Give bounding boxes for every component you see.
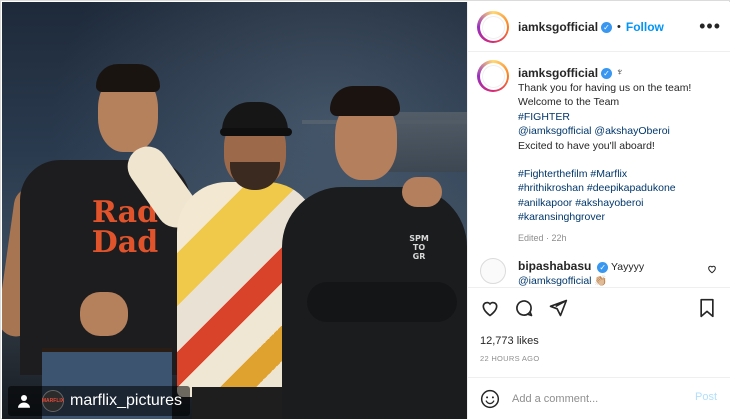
post-header: iamksgofficial ✓ • Follow ••• <box>468 2 730 52</box>
caption-line: Thank you for having us on the team! <box>518 81 692 94</box>
bookmark-icon[interactable] <box>697 298 717 318</box>
verified-badge-icon: ✓ <box>601 21 613 33</box>
post-actions: 12,773 likes 22 HOURS AGO <box>468 287 730 377</box>
verified-badge-icon: ✓ <box>601 67 613 79</box>
mention-link[interactable]: @akshayOberoi <box>594 125 669 137</box>
caption-username[interactable]: iamksgofficial <box>518 66 598 81</box>
watermark: MARFLIX marflix_pictures <box>8 386 191 416</box>
comment-like-heart-icon[interactable] <box>707 264 717 277</box>
hashtag-link[interactable]: #karansinghgrover <box>518 210 723 225</box>
person-middle-cap-bill <box>220 128 292 136</box>
hashtag-link[interactable]: #hrithikroshan <box>518 182 584 194</box>
caption-line: Excited to have you'll aboard! <box>518 139 655 152</box>
user-tag-icon[interactable] <box>12 389 36 413</box>
thumbs-up-hand <box>80 292 128 336</box>
instagram-post: Rad Dad SPM TO GR MARFLIX marflix_pictur… <box>0 0 730 419</box>
comment-icon[interactable] <box>514 298 534 318</box>
sweatshirt-text-line: GR <box>412 252 426 261</box>
post-side-panel: iamksgofficial ✓ • Follow ••• iamksgoffi… <box>467 2 730 419</box>
marflix-logo: MARFLIX <box>42 390 64 412</box>
caption-line: Welcome to the Team <box>518 96 620 109</box>
comment-username[interactable]: bipashabasu <box>518 259 591 273</box>
person-right-hair <box>330 86 400 116</box>
header-username[interactable]: iamksgofficial <box>518 20 598 34</box>
add-comment-bar: Post <box>468 377 730 419</box>
tshirt-text-line: Dad <box>91 225 159 260</box>
post-button[interactable]: Post <box>695 391 717 403</box>
hashtag-link[interactable]: #akshayoberoi <box>575 197 643 209</box>
verified-badge-icon: ✓ <box>597 261 609 273</box>
comment-text: bipashabasu ✓ Yayyyy @iamksgofficial 👏🏼 <box>518 259 698 288</box>
caption-area: iamksgofficial ✓ ♆ Thank you for having … <box>468 53 730 286</box>
clap-emoji: 👏🏼 <box>594 275 608 287</box>
person-left-hair <box>96 64 160 92</box>
mention-link[interactable]: @iamksgofficial <box>518 275 592 287</box>
emoji-icon[interactable] <box>480 389 500 409</box>
post-time[interactable]: 22 HOURS AGO <box>480 354 539 363</box>
hashtag-link[interactable]: #Fighterthefilm <box>518 168 587 180</box>
hashtag-link[interactable]: #anilkapoor <box>518 197 572 209</box>
comment-avatar[interactable] <box>480 258 506 284</box>
likes-count[interactable]: 12,773 likes <box>480 335 539 347</box>
heart-icon[interactable] <box>480 298 500 318</box>
header-separator: • <box>617 21 621 33</box>
comment-input[interactable] <box>512 390 687 408</box>
sweatshirt-text-line: TO <box>412 243 426 252</box>
follow-button[interactable]: Follow <box>626 20 664 34</box>
caption: iamksgofficial ✓ ♆ Thank you for having … <box>518 66 723 246</box>
more-options-icon[interactable]: ••• <box>699 16 721 37</box>
person-right-folded-arms <box>307 282 457 322</box>
comment-item: bipashabasu ✓ Yayyyy @iamksgofficial 👏🏼 <box>468 254 730 288</box>
post-photo[interactable]: Rad Dad SPM TO GR MARFLIX marflix_pictur… <box>2 2 467 419</box>
person-right-hand-on-shoulder <box>402 177 442 207</box>
avatar[interactable] <box>477 11 509 43</box>
caption-avatar[interactable] <box>477 60 509 92</box>
comment-body: Yayyyy <box>611 261 645 273</box>
trident-emoji: ♆ <box>616 67 624 78</box>
edited-timestamp: Edited · 22h <box>518 232 567 243</box>
watermark-handle: marflix_pictures <box>70 392 183 409</box>
hashtag-link[interactable]: #deepikapadukone <box>587 182 676 194</box>
share-icon[interactable] <box>548 298 568 318</box>
sweatshirt-print: SPM TO GR <box>404 234 434 261</box>
hashtag-link[interactable]: #Marflix <box>590 168 627 180</box>
mention-link[interactable]: @iamksgofficial <box>518 125 592 137</box>
hashtag-link[interactable]: #FIGHTER <box>518 110 723 125</box>
sweatshirt-text-line: SPM <box>409 234 429 243</box>
